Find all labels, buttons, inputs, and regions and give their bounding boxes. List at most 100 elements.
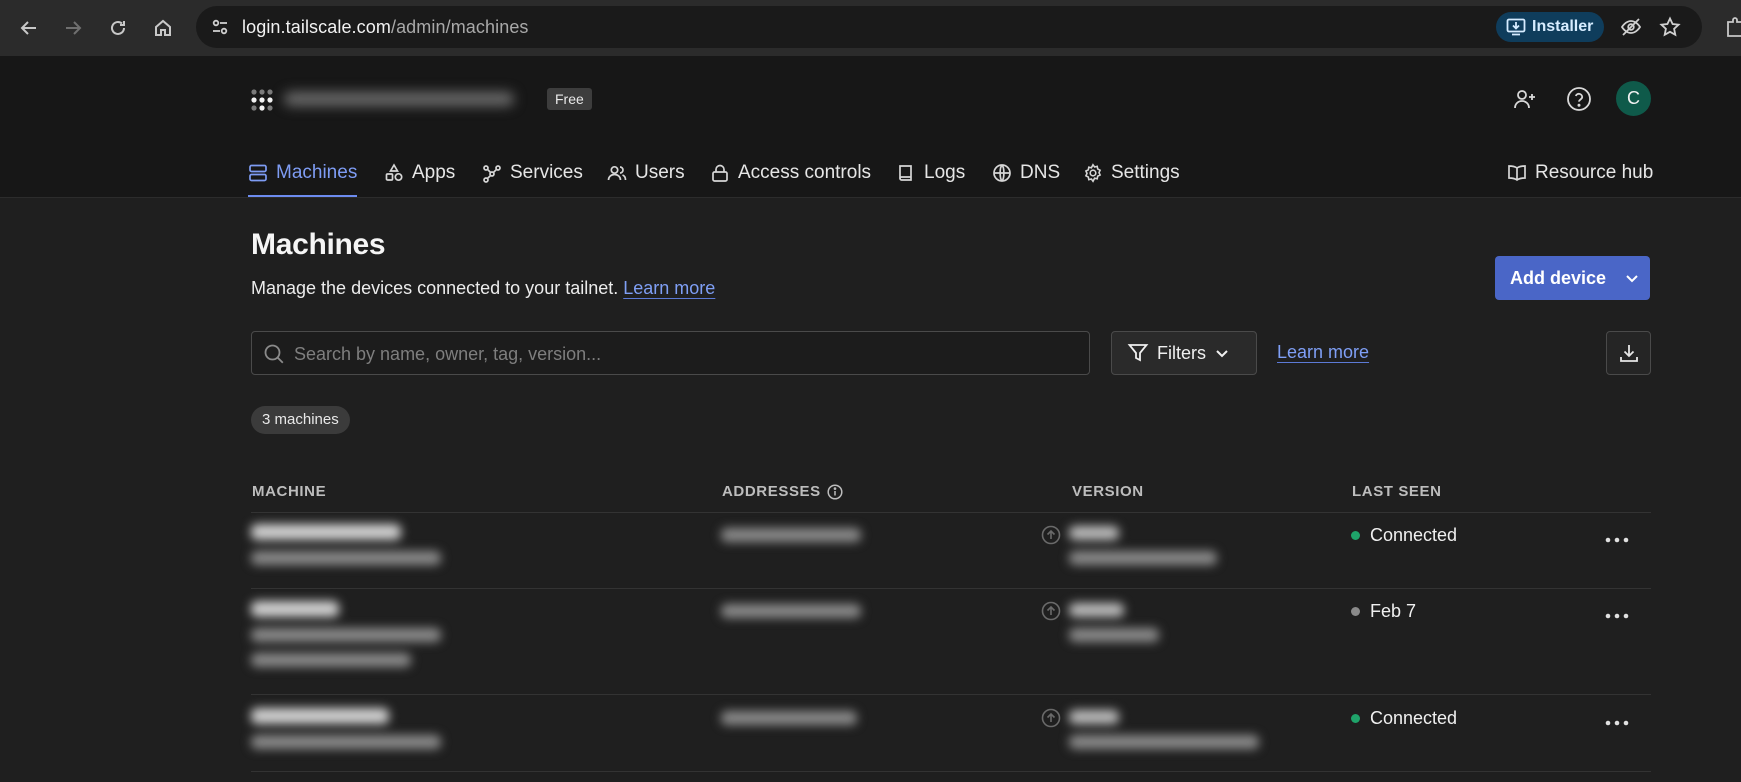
install-app-button[interactable]: Installer bbox=[1496, 12, 1604, 42]
tab-label: Logs bbox=[924, 162, 966, 183]
status-dot bbox=[1351, 531, 1360, 540]
download-icon bbox=[1619, 345, 1638, 362]
tab-logs[interactable]: Logs bbox=[896, 154, 965, 197]
plan-badge: Free bbox=[547, 88, 592, 110]
tab-label: Access controls bbox=[738, 162, 872, 183]
tab-label: DNS bbox=[1020, 162, 1061, 183]
resource-hub-link[interactable]: Resource hub bbox=[1507, 154, 1653, 197]
column-header-last-seen[interactable]: LAST SEEN bbox=[1352, 483, 1442, 500]
table-divider bbox=[251, 588, 1651, 589]
search-icon bbox=[264, 344, 284, 364]
filters-label: Filters bbox=[1157, 342, 1206, 363]
install-icon bbox=[1506, 18, 1526, 36]
address-redacted bbox=[721, 604, 861, 618]
page-title: Machines bbox=[251, 228, 386, 261]
last-seen-text: Feb 7 bbox=[1370, 601, 1417, 621]
info-icon[interactable] bbox=[827, 483, 843, 500]
version-redacted bbox=[1069, 526, 1217, 565]
address-redacted bbox=[721, 528, 861, 542]
machine-name-redacted[interactable] bbox=[251, 708, 441, 749]
more-options-icon[interactable] bbox=[1604, 609, 1630, 623]
tab-settings[interactable]: Settings bbox=[1083, 154, 1180, 197]
tab-access-controls[interactable]: Access controls bbox=[710, 154, 871, 197]
chevron-down-icon bbox=[1626, 275, 1638, 283]
home-icon[interactable] bbox=[147, 12, 179, 44]
shapes-icon bbox=[385, 163, 403, 182]
machine-count-badge: 3 machines bbox=[251, 406, 350, 434]
status-badge: Connected bbox=[1351, 708, 1457, 729]
update-available-icon bbox=[1041, 708, 1061, 728]
table-divider bbox=[251, 771, 1651, 772]
add-device-label: Add device bbox=[1510, 267, 1607, 288]
column-header-version[interactable]: VERSION bbox=[1072, 483, 1144, 500]
status-badge: Feb 7 bbox=[1351, 601, 1416, 622]
eye-off-icon[interactable] bbox=[1619, 15, 1643, 39]
tab-label: Apps bbox=[412, 162, 456, 183]
chevron-down-icon bbox=[1216, 350, 1228, 358]
network-icon bbox=[483, 165, 501, 183]
update-available-icon bbox=[1041, 601, 1061, 621]
avatar[interactable]: C bbox=[1616, 81, 1651, 116]
filter-icon bbox=[1127, 344, 1149, 362]
tab-services[interactable]: Services bbox=[482, 154, 583, 197]
page-subtitle: Manage the devices connected to your tai… bbox=[251, 278, 715, 299]
status-dot bbox=[1351, 714, 1360, 723]
tab-label: Machines bbox=[276, 162, 358, 183]
subtitle-text: Manage the devices connected to your tai… bbox=[251, 278, 619, 298]
extensions-icon[interactable] bbox=[1724, 16, 1741, 40]
search-field[interactable] bbox=[251, 331, 1090, 376]
filters-button[interactable]: Filters bbox=[1111, 331, 1257, 375]
tab-machines[interactable]: Machines bbox=[248, 154, 358, 197]
column-header-addresses: ADDRESSES bbox=[722, 483, 843, 500]
main-nav-tabs: Machines Apps Services Users Access cont… bbox=[0, 154, 1741, 197]
globe-icon bbox=[993, 164, 1011, 182]
forward-arrow-icon[interactable] bbox=[57, 12, 89, 44]
table-divider bbox=[251, 512, 1651, 513]
update-available-icon bbox=[1041, 525, 1061, 545]
addresses-label: ADDRESSES bbox=[722, 483, 821, 500]
server-icon bbox=[249, 164, 267, 182]
install-label: Installer bbox=[1532, 18, 1594, 35]
tab-label: Settings bbox=[1111, 162, 1180, 183]
export-button[interactable] bbox=[1606, 331, 1651, 375]
machine-name-redacted[interactable] bbox=[251, 524, 441, 565]
tab-users[interactable]: Users bbox=[607, 154, 685, 197]
tailscale-logo-icon[interactable] bbox=[250, 88, 274, 112]
tab-label: Users bbox=[635, 162, 685, 183]
version-redacted bbox=[1069, 603, 1159, 642]
learn-more-link[interactable]: Learn more bbox=[623, 278, 715, 298]
last-seen-text: Connected bbox=[1370, 708, 1458, 728]
table-divider bbox=[251, 694, 1651, 695]
back-arrow-icon[interactable] bbox=[13, 12, 45, 44]
reload-icon[interactable] bbox=[102, 12, 134, 44]
tab-dns[interactable]: DNS bbox=[992, 154, 1060, 197]
more-options-icon[interactable] bbox=[1604, 716, 1630, 730]
bookmark-star-icon[interactable] bbox=[1658, 15, 1682, 39]
add-device-button[interactable]: Add device bbox=[1495, 256, 1650, 300]
gear-icon bbox=[1084, 163, 1102, 183]
url-host: login.tailscale.com bbox=[242, 17, 391, 37]
machine-name-redacted[interactable] bbox=[251, 601, 441, 667]
book-icon bbox=[899, 165, 912, 181]
filters-learn-more-link[interactable]: Learn more bbox=[1277, 342, 1369, 363]
resource-hub-label: Resource hub bbox=[1535, 162, 1654, 183]
search-input[interactable] bbox=[292, 332, 1076, 376]
address-bar[interactable]: login.tailscale.com/admin/machines Insta… bbox=[196, 6, 1702, 48]
tab-label: Services bbox=[510, 162, 583, 183]
status-badge: Connected bbox=[1351, 525, 1457, 546]
open-book-icon bbox=[1508, 165, 1526, 182]
address-redacted bbox=[721, 711, 857, 725]
url-path: /admin/machines bbox=[390, 17, 529, 37]
status-dot bbox=[1351, 607, 1360, 616]
tailnet-name-redacted[interactable] bbox=[284, 86, 538, 112]
users-icon bbox=[607, 165, 627, 181]
help-icon[interactable] bbox=[1562, 82, 1596, 116]
browser-toolbar: login.tailscale.com/admin/machines Insta… bbox=[0, 0, 1741, 56]
column-header-machine[interactable]: MACHINE bbox=[252, 483, 326, 500]
url-text: login.tailscale.com/admin/machines bbox=[242, 17, 529, 38]
site-info-icon[interactable] bbox=[208, 15, 232, 39]
invite-user-icon[interactable] bbox=[1508, 82, 1542, 116]
app-header: Free C Machines Apps Services Users Acce… bbox=[0, 56, 1741, 198]
more-options-icon[interactable] bbox=[1604, 533, 1630, 547]
tab-apps[interactable]: Apps bbox=[384, 154, 455, 197]
